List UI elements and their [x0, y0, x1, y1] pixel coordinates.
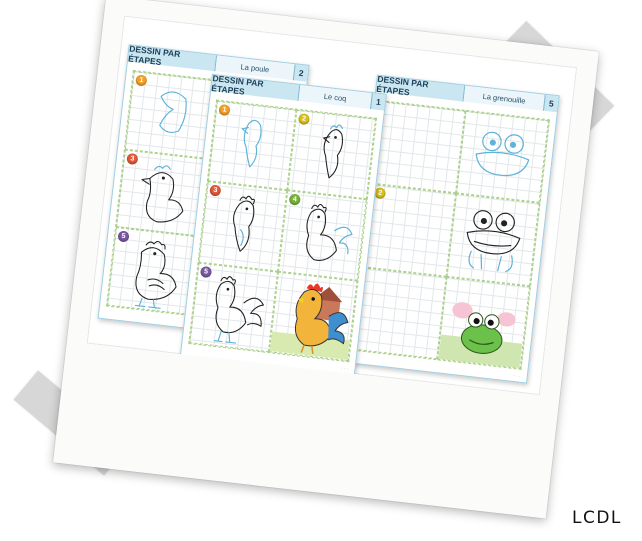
- watermark-signature: LCDL: [572, 508, 622, 528]
- rooster-step-3-drawing: [232, 196, 255, 253]
- step-cell: 5: [189, 262, 279, 353]
- hen-step-1-drawing: [159, 91, 187, 133]
- step-cell: 3: [198, 181, 288, 272]
- worksheet-number: 5: [542, 94, 559, 113]
- rooster-step-5-drawing: [213, 275, 264, 344]
- photo-area: DESSIN PAR ÉTAPES La poule 2 1 3 5 DESSI…: [86, 15, 578, 396]
- step-cell: [456, 110, 549, 204]
- worksheet-title: DESSIN PAR ÉTAPES: [376, 74, 466, 102]
- step-cell: 5: [107, 227, 199, 315]
- worksheet-number: 2: [292, 64, 309, 82]
- worksheet-number: 1: [370, 93, 386, 111]
- hen-step-3-drawing: [141, 165, 184, 223]
- rooster-step-1-drawing: [241, 119, 262, 168]
- frog-step-2-drawing: [466, 210, 521, 273]
- step-cell: 1: [124, 71, 217, 159]
- worksheet-subject: La grenouille: [463, 85, 545, 111]
- rooster-step-2-drawing: [323, 124, 344, 179]
- step-cell: [268, 271, 358, 362]
- worksheet-footer-note: · · ·: [340, 365, 349, 373]
- step-cell: [437, 276, 531, 369]
- frog-step-1-drawing: [475, 131, 530, 177]
- step-cell: [353, 266, 447, 360]
- step-cell: [372, 101, 466, 194]
- polaroid-frame: DESSIN PAR ÉTAPES La poule 2 1 3 5 DESSI…: [52, 0, 600, 519]
- rooster-step-4-drawing: [306, 204, 353, 262]
- step-cell: [446, 193, 540, 286]
- worksheet-footer-note: · · ·: [512, 372, 522, 380]
- step-cell: 4: [278, 190, 367, 281]
- worksheet-subject: Le coq: [298, 84, 372, 110]
- step-cell: 1: [207, 100, 297, 191]
- drawing-grid: 2: [352, 100, 551, 370]
- step-cell: 3: [116, 149, 208, 237]
- frog-colored-illustration: [438, 301, 523, 368]
- step-cell: 2: [363, 184, 457, 277]
- hen-step-5-drawing: [134, 241, 177, 310]
- step-cell: 2: [287, 109, 376, 200]
- worksheet-le-coq: DESSIN PAR ÉTAPES Le coq 1 1 2 3 4 5 · ·…: [179, 73, 387, 377]
- drawing-grid: 1 2 3 4 5: [188, 99, 378, 363]
- rooster-colored-illustration: [270, 283, 350, 360]
- worksheet-title: DESSIN PAR ÉTAPES: [128, 43, 218, 72]
